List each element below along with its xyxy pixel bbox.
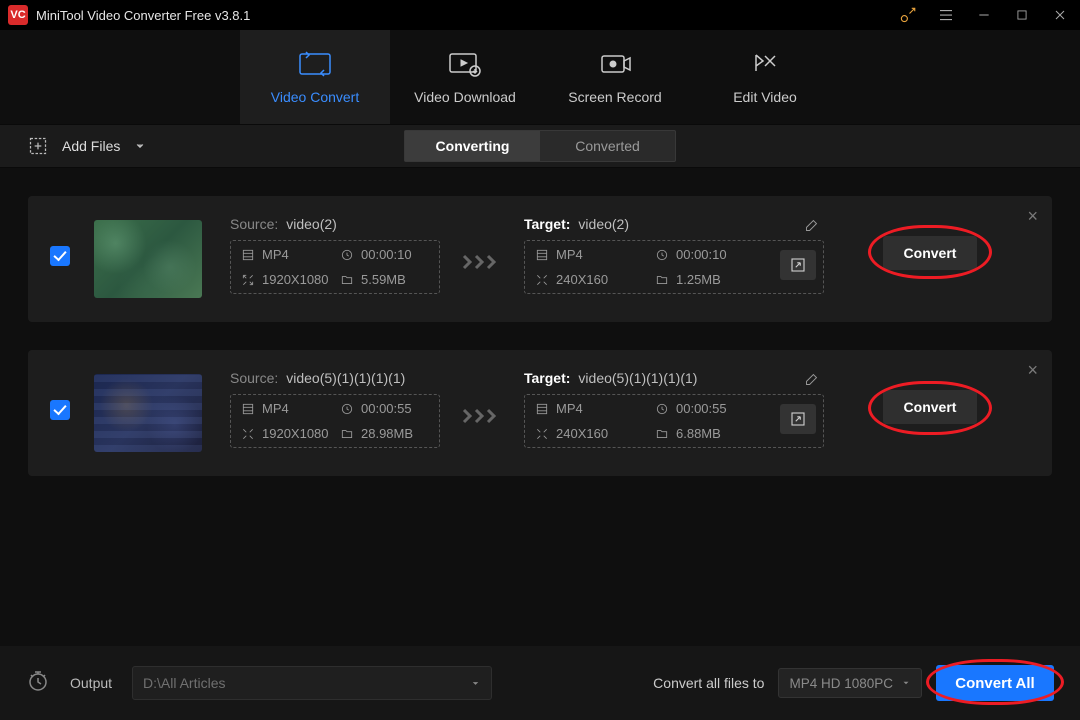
format-select[interactable]: MP4 HD 1080PC (778, 668, 922, 698)
download-icon (448, 49, 482, 79)
convert-all-button[interactable]: Convert All (936, 665, 1054, 701)
size-cell: 5.59MB (340, 272, 429, 287)
convert-icon (298, 49, 332, 79)
toolbar: Add Files Converting Converted (0, 124, 1080, 168)
size-cell: 28.98MB (361, 426, 413, 441)
target-name: video(5)(1)(1)(1)(1) (578, 370, 697, 386)
duration-cell: 00:00:55 (361, 401, 412, 416)
arrow-icon (458, 406, 506, 426)
source-name: video(2) (286, 216, 337, 232)
thumbnail (94, 374, 202, 452)
size-cell: 6.88MB (676, 426, 721, 441)
seg-label: Converted (575, 138, 640, 154)
convert-to-label: Convert all files to (653, 675, 764, 691)
seg-label: Converting (436, 138, 510, 154)
thumbnail (94, 220, 202, 298)
key-icon[interactable] (896, 3, 920, 27)
window-title: MiniTool Video Converter Free v3.8.1 (36, 8, 896, 23)
menu-icon[interactable] (934, 3, 958, 27)
app-logo: VC (8, 5, 28, 25)
source-column: Source: video(2) MP4 00:00:10 1920X1080 … (230, 216, 440, 294)
seg-converted[interactable]: Converted (540, 131, 675, 161)
format-cell: MP4 (241, 247, 330, 262)
target-name: video(2) (578, 216, 629, 232)
resolution-cell: 1920X1080 (262, 426, 329, 441)
tab-label: Video Download (414, 89, 516, 105)
convert-all-label: Convert All (955, 675, 1034, 692)
format-value: MP4 HD 1080PC (789, 676, 893, 691)
target-column: Target: video(2) MP4 00:00:10 240X160 1.… (524, 216, 824, 294)
tab-edit-video[interactable]: Edit Video (690, 30, 840, 124)
edit-video-icon (751, 49, 779, 79)
remove-item-button[interactable]: × (1027, 206, 1038, 227)
checkbox[interactable] (50, 246, 70, 266)
chevron-down-icon (901, 678, 911, 688)
target-column: Target: video(5)(1)(1)(1)(1) MP4 00:00:5… (524, 370, 824, 448)
add-files-button[interactable]: Add Files (28, 136, 146, 156)
convert-button[interactable]: Convert (883, 390, 977, 424)
output-path-select[interactable]: D:\All Articles (132, 666, 492, 700)
duration-cell: 00:00:10 (340, 247, 429, 262)
tab-screen-record[interactable]: Screen Record (540, 30, 690, 124)
format-cell: MP4 (262, 401, 289, 416)
resolution-cell: 240X160 (556, 426, 608, 441)
convert-button[interactable]: Convert (883, 236, 977, 270)
chevron-down-icon (470, 678, 481, 689)
source-name: video(5)(1)(1)(1)(1) (286, 370, 405, 386)
edit-icon[interactable] (804, 218, 819, 238)
close-icon[interactable] (1048, 3, 1072, 27)
target-label: Target: (524, 216, 570, 232)
edit-icon[interactable] (804, 372, 819, 392)
tab-video-convert[interactable]: Video Convert (240, 30, 390, 124)
chevron-down-icon (134, 140, 146, 152)
seg-converting[interactable]: Converting (405, 131, 540, 161)
output-path: D:\All Articles (143, 675, 225, 691)
queue-list: Source: video(2) MP4 00:00:10 1920X1080 … (0, 168, 1080, 514)
schedule-icon[interactable] (26, 669, 50, 698)
duration-cell: 00:00:55 (676, 401, 727, 416)
duration-cell: 00:00:10 (655, 247, 765, 262)
format-cell: MP4 (556, 401, 583, 416)
main-tabs: Video Convert Video Download Screen Reco… (0, 30, 1080, 124)
remove-item-button[interactable]: × (1027, 360, 1038, 381)
titlebar: VC MiniTool Video Converter Free v3.8.1 (0, 0, 1080, 30)
output-label: Output (70, 675, 112, 691)
arrow-icon (458, 252, 506, 272)
tab-video-download[interactable]: Video Download (390, 30, 540, 124)
tab-label: Screen Record (568, 89, 661, 105)
record-icon (598, 49, 632, 79)
footer: Output D:\All Articles Convert all files… (0, 646, 1080, 720)
convert-label: Convert (904, 399, 957, 415)
queue-item: Source: video(2) MP4 00:00:10 1920X1080 … (28, 196, 1052, 322)
add-files-label: Add Files (62, 138, 120, 154)
resolution-cell: 240X160 (535, 272, 645, 287)
source-label: Source: (230, 370, 278, 386)
checkbox[interactable] (50, 400, 70, 420)
status-segmented: Converting Converted (404, 130, 676, 162)
tab-label: Video Convert (271, 89, 359, 105)
format-cell: MP4 (535, 247, 645, 262)
minimize-icon[interactable] (972, 3, 996, 27)
size-cell: 1.25MB (655, 272, 765, 287)
target-label: Target: (524, 370, 570, 386)
maximize-icon[interactable] (1010, 3, 1034, 27)
source-column: Source: video(5)(1)(1)(1)(1) MP4 00:00:5… (230, 370, 440, 448)
tab-label: Edit Video (733, 89, 797, 105)
convert-label: Convert (904, 245, 957, 261)
queue-item: Source: video(5)(1)(1)(1)(1) MP4 00:00:5… (28, 350, 1052, 476)
source-label: Source: (230, 216, 278, 232)
target-settings-button[interactable] (780, 250, 816, 280)
resolution-cell: 1920X1080 (241, 272, 330, 287)
target-settings-button[interactable] (780, 404, 816, 434)
